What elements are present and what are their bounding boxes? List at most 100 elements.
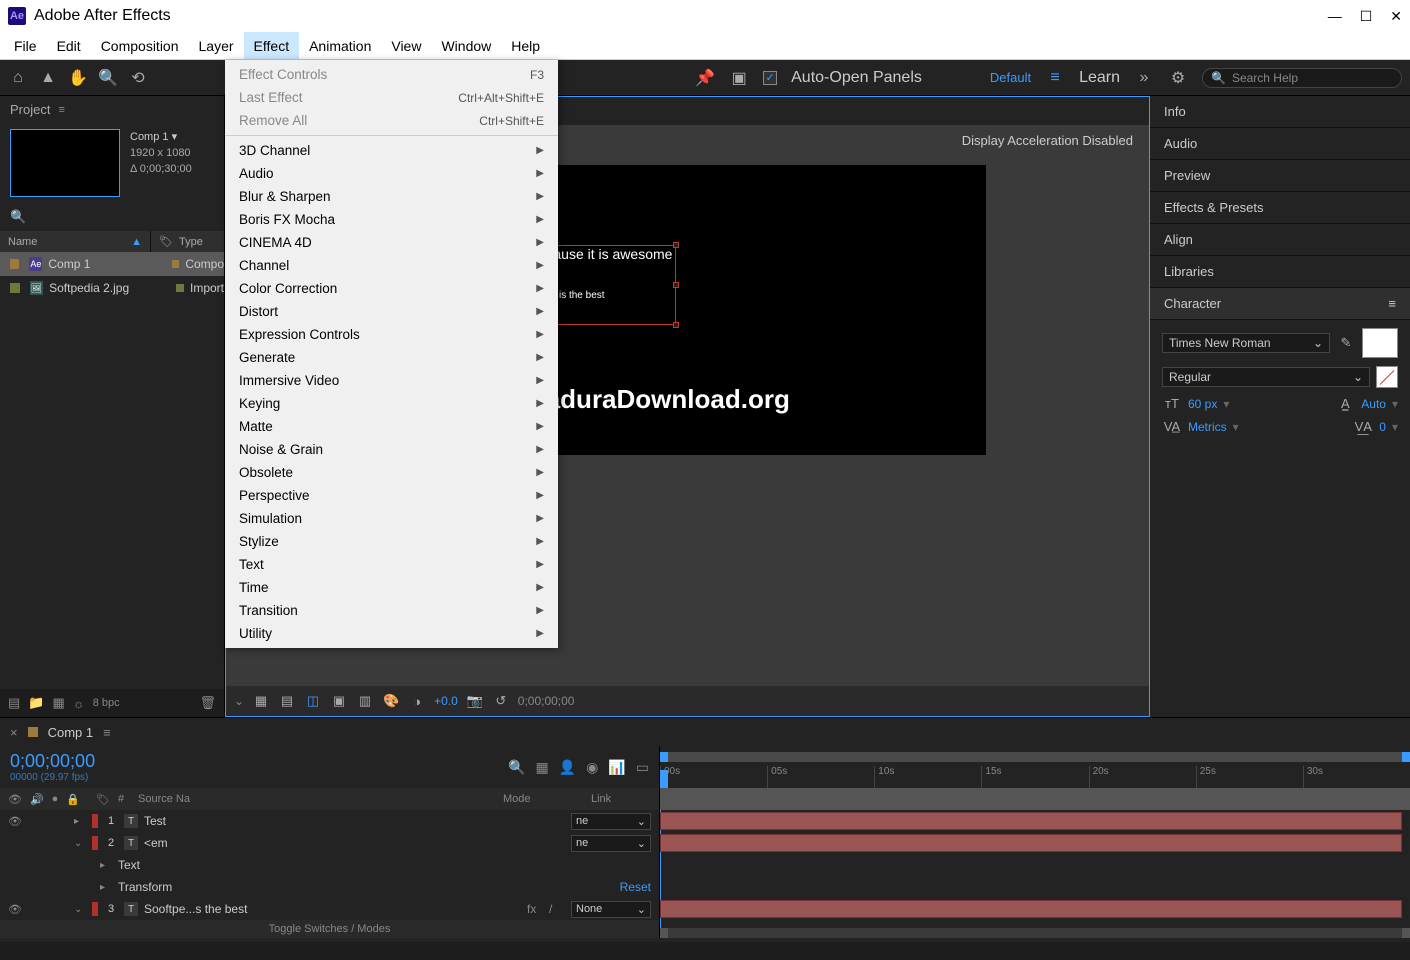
menu-composition[interactable]: Composition [91, 32, 189, 59]
layer-property-transform[interactable]: ▸Transform Reset [0, 876, 659, 898]
interpret-icon[interactable]: ▤ [8, 695, 20, 711]
eye-toggle[interactable]: 👁 [8, 815, 22, 828]
panel-align[interactable]: Align [1150, 224, 1410, 256]
tl-close-tab[interactable]: × [10, 725, 18, 740]
font-size-value[interactable]: 60 px [1188, 397, 1217, 411]
transparency-icon[interactable]: ▥ [356, 693, 374, 709]
home-tool[interactable]: ⌂ [8, 69, 28, 87]
layer-property-text[interactable]: ▸Text [0, 854, 659, 876]
menu-animation[interactable]: Animation [299, 32, 381, 59]
menu-effect-controls[interactable]: Effect ControlsF3 [225, 63, 558, 86]
menu-blur-sharpen[interactable]: Blur & Sharpen▶ [225, 185, 558, 208]
mask-icon[interactable]: ◫ [304, 693, 322, 709]
snapshot-icon[interactable]: 📷 [466, 693, 484, 709]
menu-immersive-video[interactable]: Immersive Video▶ [225, 369, 558, 392]
current-timecode[interactable]: 0;00;00;00 [10, 751, 95, 772]
menu-effect[interactable]: Effect [244, 32, 300, 59]
menu-generate[interactable]: Generate▶ [225, 346, 558, 369]
menu-expression-controls[interactable]: Expression Controls▶ [225, 323, 558, 346]
toggle-icon[interactable]: ▣ [729, 68, 749, 88]
reset-button[interactable]: Reset [620, 880, 651, 894]
tl-shy-icon[interactable]: 👤 [559, 759, 576, 776]
layer-row-3[interactable]: 👁 ⌄3 T Sooftpe...s the best fx / None⌄ [0, 898, 659, 920]
layer-row-1[interactable]: 👁 ▸1 T Test ne⌄ [0, 810, 659, 832]
menu-view[interactable]: View [381, 32, 431, 59]
fill-color-swatch[interactable] [1362, 328, 1398, 358]
menu-color-correction[interactable]: Color Correction▶ [225, 277, 558, 300]
panel-libraries[interactable]: Libraries [1150, 256, 1410, 288]
panel-audio[interactable]: Audio [1150, 128, 1410, 160]
menu-obsolete[interactable]: Obsolete▶ [225, 461, 558, 484]
tl-graph-icon[interactable]: 📊 [608, 759, 625, 776]
fx-icon[interactable]: fx [527, 902, 543, 916]
layer-bar-3[interactable] [660, 900, 1402, 918]
menu-last-effect[interactable]: Last EffectCtrl+Alt+Shift+E [225, 86, 558, 109]
minimize-button[interactable]: — [1328, 8, 1342, 25]
blend-mode-dropdown[interactable]: ne⌄ [571, 835, 651, 852]
menu-text-effects[interactable]: Text▶ [225, 553, 558, 576]
menu-layer[interactable]: Layer [189, 32, 244, 59]
project-search-icon[interactable]: 🔍 [10, 209, 26, 225]
font-style-dropdown[interactable]: Regular⌄ [1162, 367, 1370, 387]
orbit-tool[interactable]: ⟲ [128, 68, 148, 88]
zoom-tool[interactable]: 🔍 [98, 68, 118, 88]
project-panel-menu-icon[interactable]: ≡ [58, 104, 64, 116]
project-tab[interactable]: Project [10, 102, 50, 117]
menu-distort[interactable]: Distort▶ [225, 300, 558, 323]
menu-channel[interactable]: Channel▶ [225, 254, 558, 277]
menu-perspective[interactable]: Perspective▶ [225, 484, 558, 507]
leading-value[interactable]: Auto [1361, 397, 1386, 411]
stroke-color-swatch[interactable] [1376, 366, 1398, 388]
menu-remove-all[interactable]: Remove AllCtrl+Shift+E [225, 109, 558, 132]
menu-file[interactable]: File [4, 32, 47, 59]
auto-open-checkbox[interactable] [763, 71, 777, 85]
menu-utility[interactable]: Utility▶ [225, 622, 558, 645]
layer-bar-2[interactable] [660, 834, 1402, 852]
font-family-dropdown[interactable]: Times New Roman⌄ [1162, 333, 1330, 353]
pin-icon[interactable]: 📌 [695, 68, 715, 88]
timeline-ruler[interactable]: 00s05s10s15s20s25s30s [660, 746, 1410, 788]
exposure-icon[interactable]: ◑ [408, 694, 426, 709]
kerning-value[interactable]: Metrics [1188, 420, 1227, 434]
color-mgmt-icon[interactable]: 🎨 [382, 693, 400, 709]
panel-settings-icon[interactable]: ⚙ [1168, 68, 1188, 88]
project-item-comp1[interactable]: Ae Comp 1 Compo [0, 252, 224, 276]
panel-preview[interactable]: Preview [1150, 160, 1410, 192]
hand-tool[interactable]: ✋ [68, 68, 88, 88]
menu-time[interactable]: Time▶ [225, 576, 558, 599]
tracking-value[interactable]: 0 [1379, 420, 1386, 434]
menu-cinema4d[interactable]: CINEMA 4D▶ [225, 231, 558, 254]
selection-tool[interactable]: ▲ [38, 69, 58, 87]
eyedropper-icon[interactable]: ✎ [1336, 335, 1356, 351]
menu-window[interactable]: Window [431, 32, 501, 59]
exposure-value[interactable]: +0.0 [434, 694, 458, 708]
project-item-image[interactable]: 🖼 Softpedia 2.jpg Import [0, 276, 224, 300]
workspace-learn[interactable]: Learn [1079, 69, 1120, 87]
blend-mode-dropdown[interactable]: None⌄ [571, 901, 651, 918]
menu-help[interactable]: Help [501, 32, 550, 59]
menu-noise-grain[interactable]: Noise & Grain▶ [225, 438, 558, 461]
guides-icon[interactable]: ▤ [278, 693, 296, 709]
layer-row-2[interactable]: ⌄2 T <em ne⌄ [0, 832, 659, 854]
magnification-dropdown[interactable]: ⌄ [234, 694, 244, 708]
more-workspaces-icon[interactable]: » [1134, 69, 1154, 87]
folder-icon[interactable]: 📁 [28, 695, 44, 711]
menu-3d-channel[interactable]: 3D Channel▶ [225, 139, 558, 162]
toggle-switches-button[interactable]: Toggle Switches / Modes [0, 920, 659, 938]
menu-stylize[interactable]: Stylize▶ [225, 530, 558, 553]
menu-boris-fx[interactable]: Boris FX Mocha▶ [225, 208, 558, 231]
playhead-handle[interactable] [660, 770, 668, 788]
menu-keying[interactable]: Keying▶ [225, 392, 558, 415]
comp-thumbnail[interactable] [10, 129, 120, 197]
close-button[interactable]: ✕ [1390, 8, 1402, 25]
menu-transition[interactable]: Transition▶ [225, 599, 558, 622]
tl-blur-icon[interactable]: ◉ [586, 759, 598, 776]
blend-mode-dropdown[interactable]: ne⌄ [571, 813, 651, 830]
show-snapshot-icon[interactable]: ↺ [492, 693, 510, 709]
region-icon[interactable]: ▣ [330, 693, 348, 709]
layer-bar-1[interactable] [660, 812, 1402, 830]
menu-matte[interactable]: Matte▶ [225, 415, 558, 438]
menu-edit[interactable]: Edit [47, 32, 91, 59]
menu-simulation[interactable]: Simulation▶ [225, 507, 558, 530]
eye-toggle[interactable]: 👁 [8, 903, 22, 916]
